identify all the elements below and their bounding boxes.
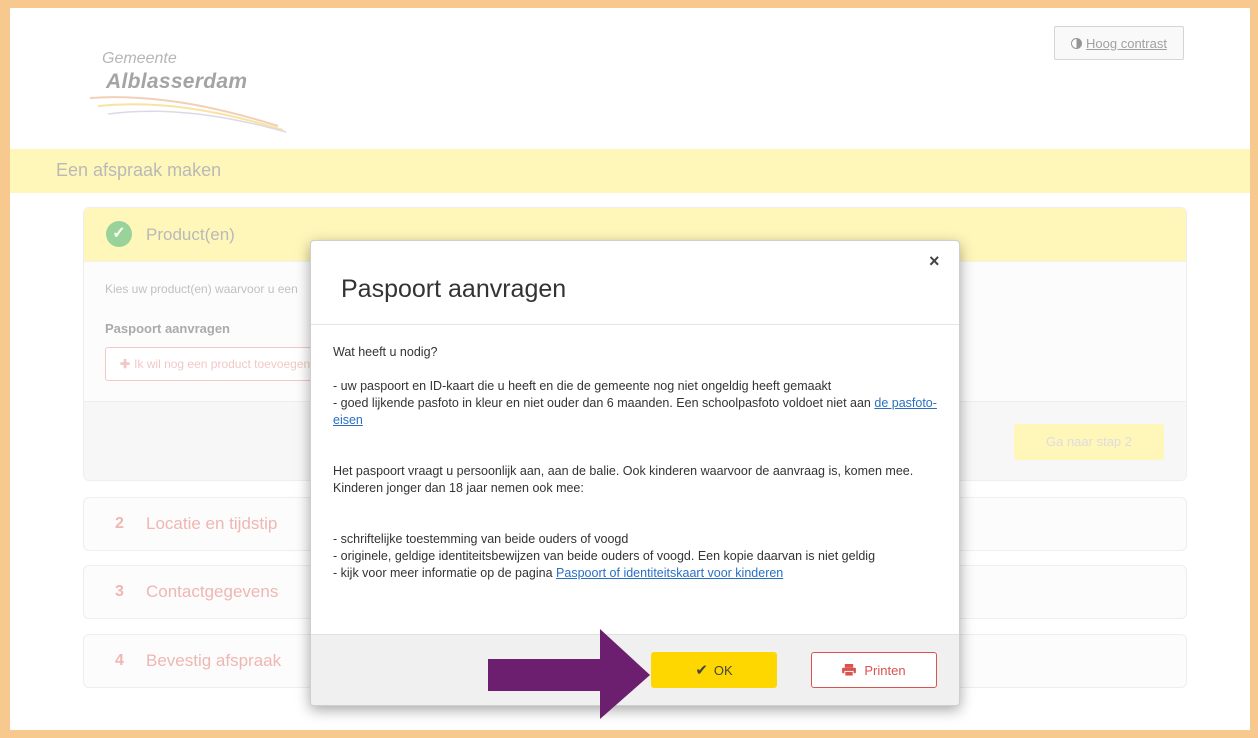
requirement-item: - uw paspoort en ID-kaart die u heeft en… [333, 379, 832, 393]
requirement-item: - goed lijkende pasfoto in kleur en niet… [333, 396, 937, 427]
pointer-arrow-icon [488, 629, 650, 719]
child-requirement-item: - schriftelijke toestemming van beide ou… [333, 532, 629, 546]
ok-button[interactable]: ✔ OK [651, 652, 777, 688]
ok-label: OK [713, 662, 733, 678]
printer-icon [842, 664, 857, 676]
print-label: Printen [864, 662, 906, 678]
print-button[interactable]: Printen [811, 652, 937, 688]
child-requirement-item: - originele, geldige identiteitsbewijzen… [333, 549, 876, 563]
modal-title: Paspoort aanvragen [341, 275, 567, 303]
children-info: Kinderen jonger dan 18 jaar nemen ook me… [333, 481, 584, 495]
requirements-question: Wat heeft u nodig? [333, 345, 438, 359]
close-icon[interactable]: × [929, 251, 940, 272]
children-id-link[interactable]: Paspoort of identiteitskaart voor kinder… [556, 566, 783, 580]
checkmark-icon: ✔ [695, 662, 708, 679]
in-person-info: Het paspoort vraagt u persoonlijk aan, a… [333, 464, 914, 478]
divider [311, 324, 959, 325]
modal-body: Wat heeft u nodig? - uw paspoort en ID-k… [333, 344, 943, 582]
child-requirement-item: - kijk voor meer informatie op de pagina… [333, 566, 784, 580]
